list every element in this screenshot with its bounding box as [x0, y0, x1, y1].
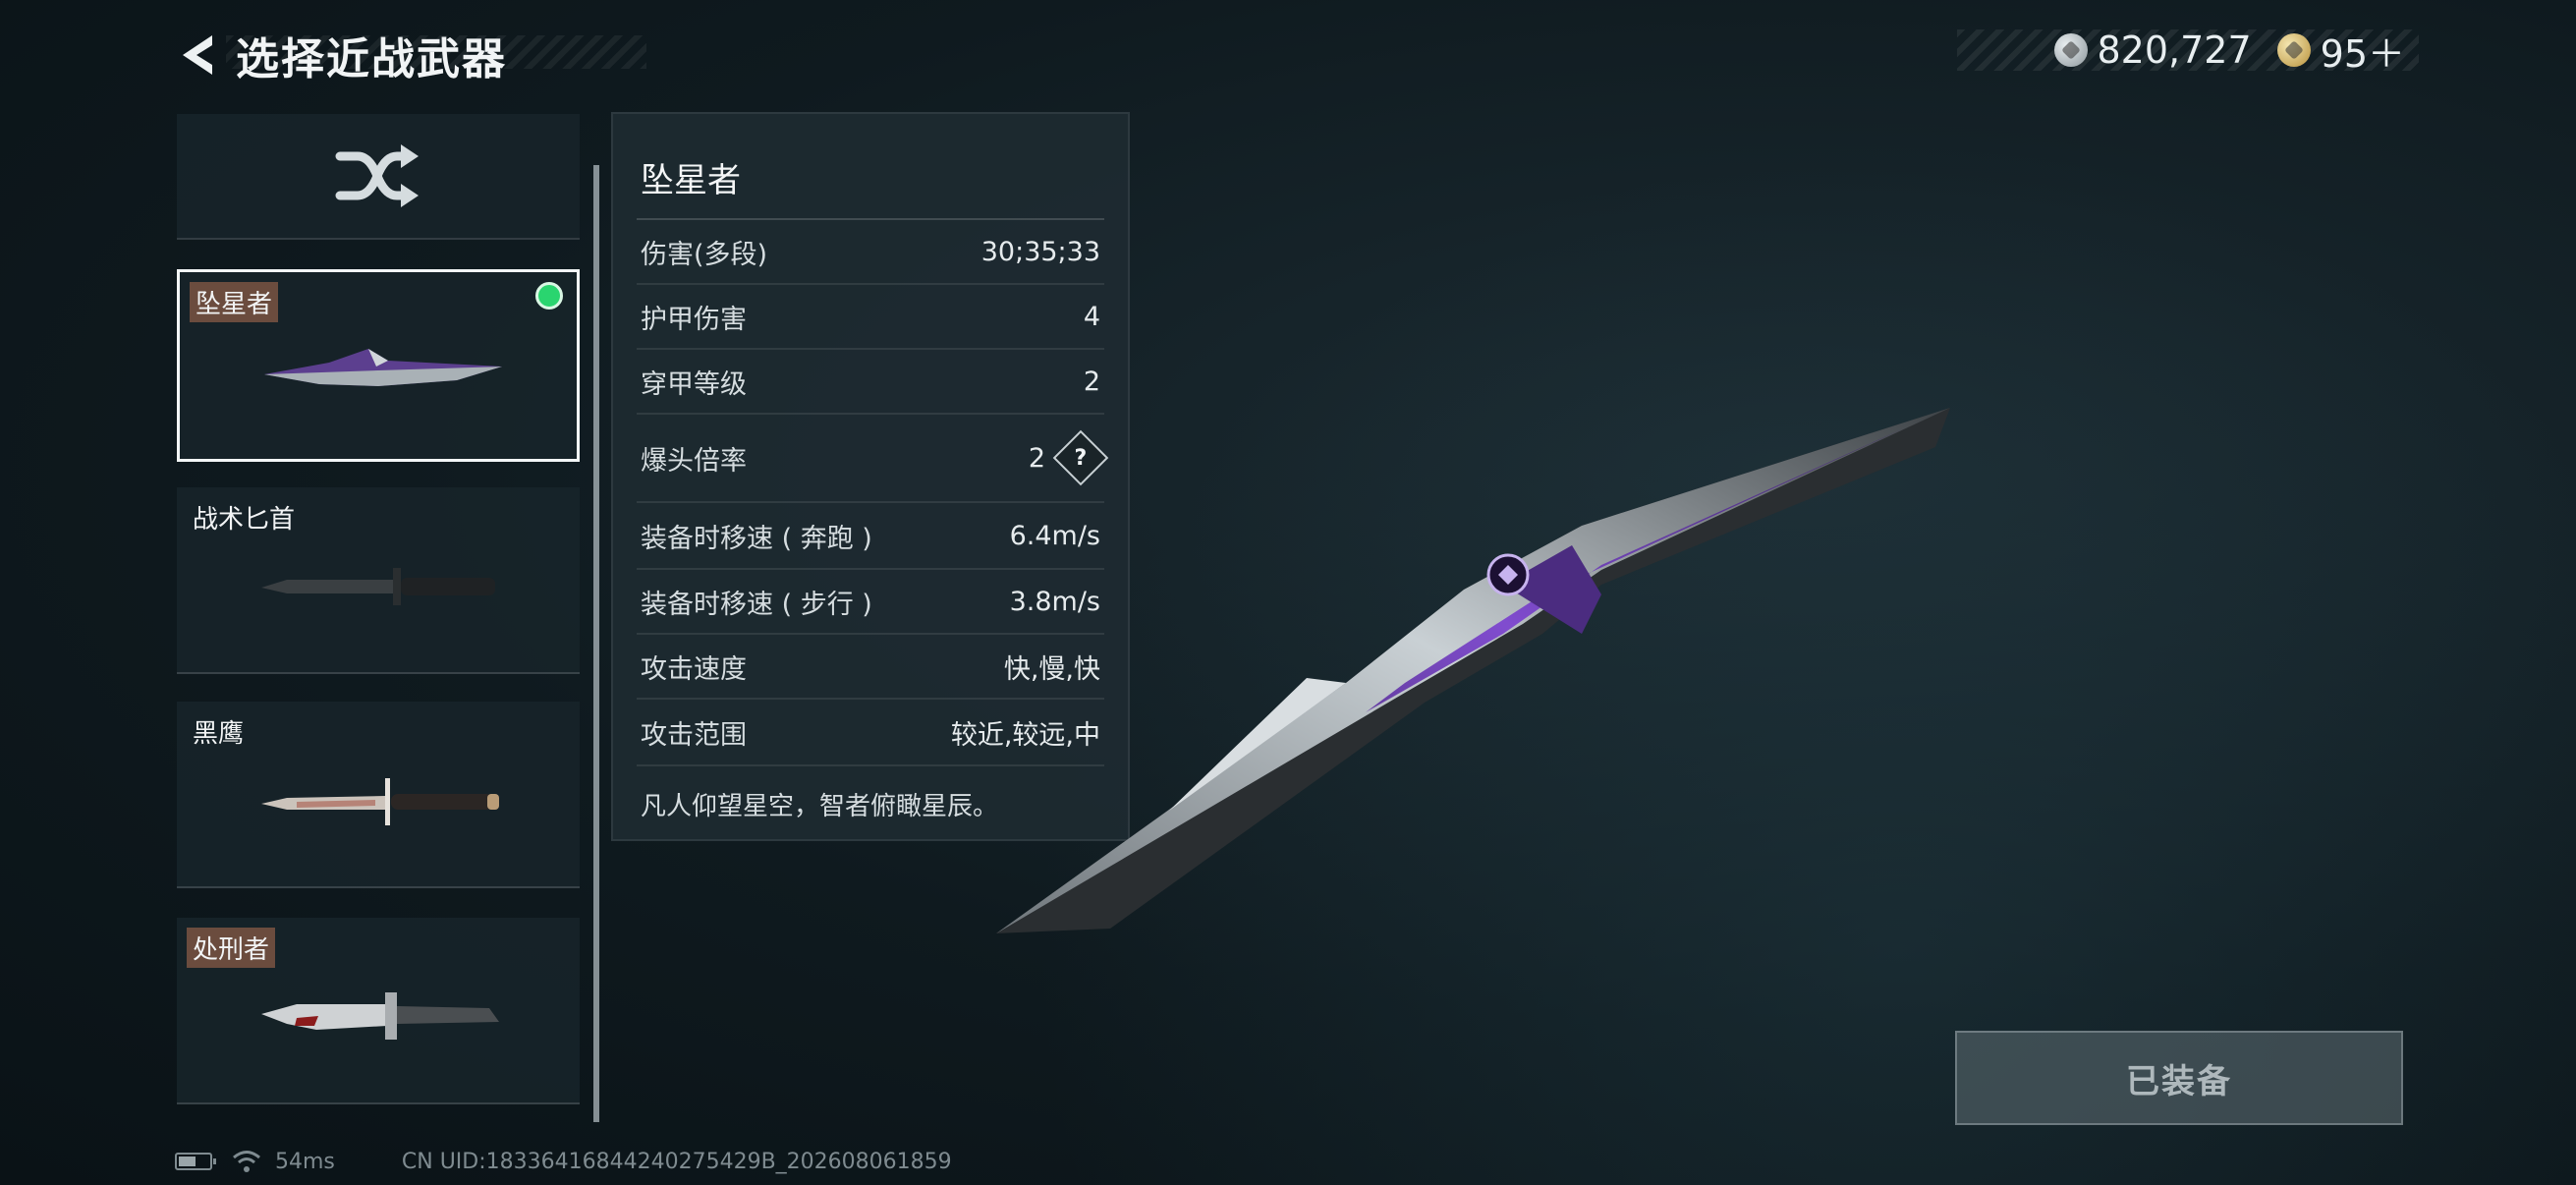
equipped-indicator	[535, 282, 563, 310]
weapon-card-starfaller[interactable]: 坠星者	[177, 269, 580, 462]
ping-value: 54ms	[275, 1149, 335, 1174]
stat-value: 4	[1083, 301, 1100, 332]
weapon-name: 黑鹰	[193, 719, 245, 749]
stat-label: 爆头倍率	[641, 445, 747, 477]
executioner-knife-icon	[261, 992, 499, 1040]
card-underline	[177, 672, 580, 674]
starfaller-knife-icon	[264, 349, 502, 386]
gold-coin-icon	[2276, 33, 2311, 67]
silver-coin-icon	[2053, 33, 2088, 67]
stat-label: 装备时移速 ( 奔跑 )	[641, 523, 872, 554]
currency-bar: 820,727 95＋	[1957, 28, 2419, 76]
weapon-title: 坠星者	[641, 161, 741, 200]
shuffle-icon	[335, 144, 419, 207]
weapon-name: 坠星者	[190, 282, 279, 322]
back-button[interactable]	[175, 26, 220, 85]
header: 选择近战武器	[175, 26, 507, 85]
black-hawk-knife-icon	[261, 778, 499, 825]
user-uid: CN UID:18336416844240275429B_20260806185…	[401, 1149, 952, 1174]
back-arrow-icon	[183, 35, 212, 75]
list-scrollbar-thumb[interactable]	[593, 165, 599, 1122]
weapon-name: 处刑者	[187, 928, 276, 968]
card-underline	[177, 886, 580, 888]
battery-level	[179, 1157, 196, 1166]
tactical-dagger-icon	[261, 568, 495, 605]
stat-label: 穿甲等级	[641, 368, 747, 400]
equipped-button[interactable]: 已装备	[1955, 1031, 2403, 1125]
status-footer: 54ms CN UID:18336416844240275429B_202608…	[175, 1144, 952, 1179]
stat-value: 30;35;33	[980, 236, 1100, 267]
stat-label: 攻击速度	[641, 653, 747, 685]
stat-label: 攻击范围	[641, 719, 747, 751]
battery-icon	[175, 1153, 216, 1170]
stat-value: 2	[1083, 366, 1100, 397]
stat-label: 伤害(多段)	[641, 239, 768, 270]
stat-row-armor-damage: 护甲伤害 4	[637, 285, 1104, 350]
weapon-card-black-hawk[interactable]: 黑鹰	[177, 702, 580, 888]
stat-label: 装备时移速 ( 步行 )	[641, 589, 872, 620]
weapon-card-executioner[interactable]: 处刑者	[177, 918, 580, 1104]
stat-label: 护甲伤害	[641, 304, 747, 335]
weapon-card-tactical-dagger[interactable]: 战术匕首	[177, 487, 580, 674]
random-weapon-button[interactable]	[177, 114, 580, 240]
weapon-description: 凡人仰望星空，智者俯瞰星辰。	[641, 792, 999, 821]
page-title: 选择近战武器	[236, 34, 507, 85]
starfaller-knife-render	[996, 408, 1950, 933]
gold-amount[interactable]: 95＋	[2321, 24, 2405, 78]
stat-row-damage: 伤害(多段) 30;35;33	[637, 220, 1104, 285]
card-underline	[177, 1102, 580, 1104]
wifi-icon	[233, 1151, 260, 1172]
weapon-name: 战术匕首	[193, 505, 296, 535]
silver-amount: 820,727	[2097, 28, 2252, 72]
